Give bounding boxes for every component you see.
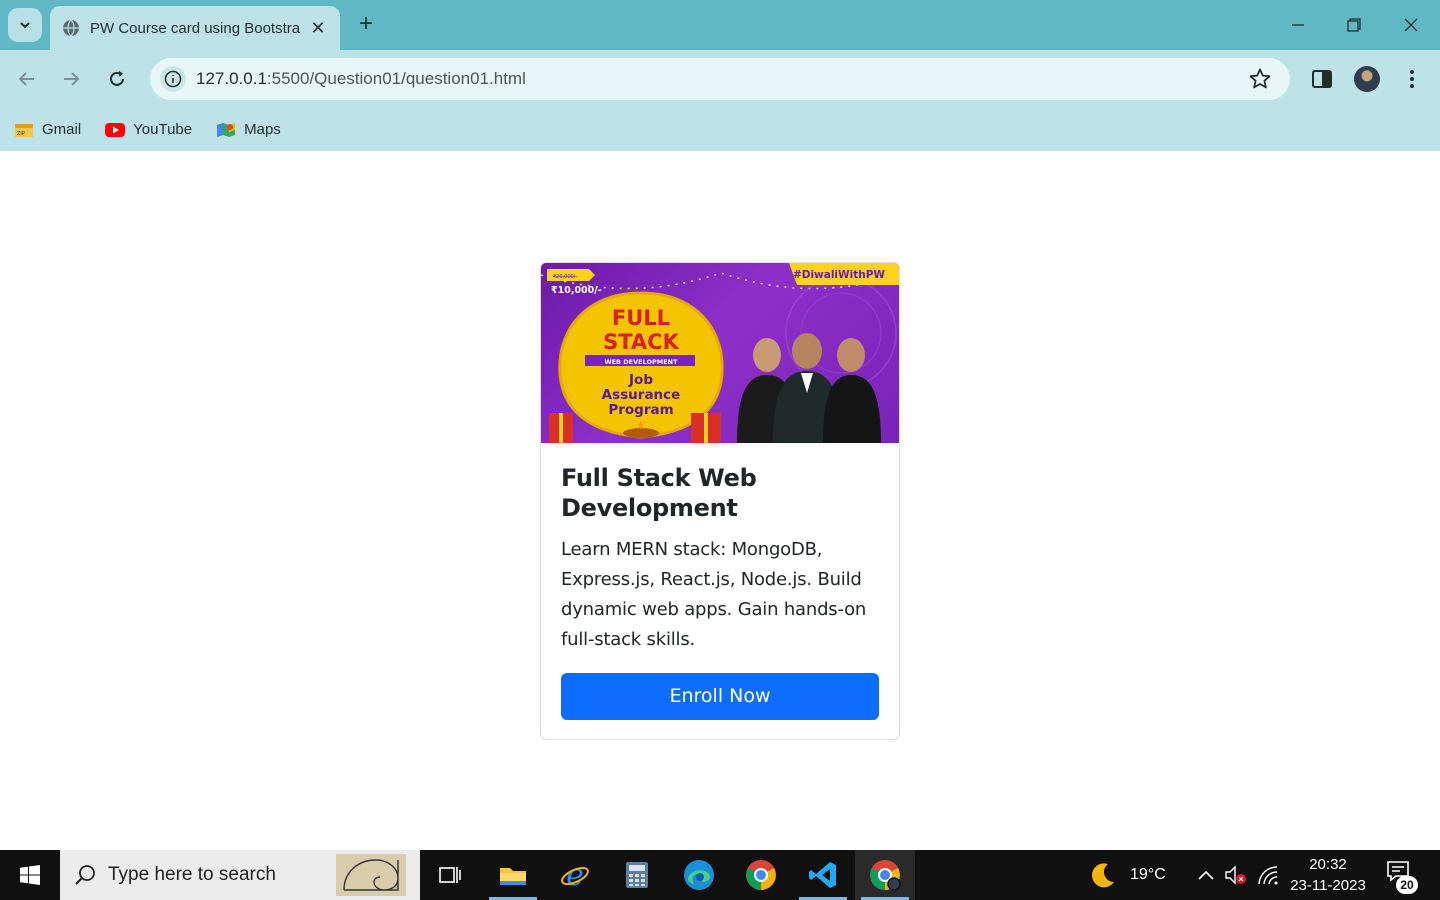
tab-search-button[interactable]: [8, 8, 42, 42]
url-text: 127.0.0.1:5500/Question01/question01.htm…: [196, 69, 526, 89]
new-tab-button[interactable]: +: [352, 10, 380, 38]
profile-button[interactable]: [1350, 62, 1384, 96]
wifi-icon: [1258, 866, 1278, 885]
weather-widget[interactable]: 19°C: [1088, 850, 1166, 900]
close-tab-icon[interactable]: ✕: [308, 18, 328, 39]
info-icon: [164, 70, 182, 88]
banner-line1: FULL: [612, 306, 670, 330]
banner-ribbon: WEB DEVELOPMENT: [604, 358, 678, 366]
notification-count: 20: [1396, 876, 1418, 894]
windows-icon: [20, 865, 40, 885]
url-path: :5500/Question01/question01.html: [266, 69, 526, 88]
course-card: #DiwaliWithPW ₹20,000/- ₹10,000/- FULL S…: [540, 262, 900, 740]
task-view-button[interactable]: [420, 850, 480, 900]
internet-explorer-icon: e: [561, 860, 589, 890]
bookmark-maps[interactable]: Maps: [216, 121, 281, 138]
taskbar: Type here to search e 19°C 20:32 23-11-2…: [0, 850, 1440, 900]
address-bar[interactable]: 127.0.0.1:5500/Question01/question01.htm…: [150, 58, 1290, 100]
start-button[interactable]: [0, 850, 60, 900]
restore-icon: [1347, 18, 1361, 32]
card-title: Full Stack Web Development: [561, 464, 757, 522]
youtube-icon: [105, 122, 126, 137]
card-description: Learn MERN stack: MongoDB, Express.js, R…: [561, 539, 867, 650]
side-panel-button[interactable]: [1305, 62, 1339, 96]
bookmark-gmail[interactable]: ZIP Gmail: [14, 121, 81, 138]
card-body: Full Stack Web Development Learn MERN st…: [541, 443, 899, 720]
minimize-button[interactable]: [1270, 0, 1326, 50]
svg-text:ZIP: ZIP: [17, 131, 25, 137]
chrome-profile-icon: [870, 860, 901, 891]
banner-sub3: Program: [608, 402, 673, 418]
site-info-button[interactable]: [160, 66, 186, 92]
globe-icon: [63, 19, 79, 37]
taskbar-search[interactable]: Type here to search: [60, 850, 420, 900]
kebab-menu-icon: [1410, 70, 1414, 88]
taskbar-internet-explorer[interactable]: e: [545, 850, 605, 900]
banner-old-price: ₹20,000/-: [553, 274, 577, 280]
gmail-icon: ZIP: [15, 123, 33, 137]
close-window-button[interactable]: [1383, 0, 1439, 50]
network-button[interactable]: [1256, 850, 1280, 900]
minimize-icon: [1292, 24, 1304, 26]
reload-icon: [110, 71, 124, 86]
folder-icon: [500, 868, 526, 885]
browser-tab[interactable]: PW Course card using Bootstrap ✕: [50, 6, 340, 50]
clock-date: 23-11-2023: [1290, 877, 1366, 894]
bookmark-label: Maps: [244, 121, 281, 138]
banner-sub1: Job: [628, 372, 653, 388]
maps-icon: [217, 122, 236, 137]
url-host: 127.0.0.1: [196, 69, 267, 88]
taskbar-chrome-active[interactable]: [855, 850, 915, 900]
restore-button[interactable]: [1326, 0, 1382, 50]
arrow-left-icon: [18, 72, 34, 86]
vscode-icon: [809, 862, 836, 888]
avatar: [1354, 66, 1380, 92]
clock[interactable]: 20:32 23-11-2023: [1286, 854, 1370, 896]
course-banner-image: #DiwaliWithPW ₹20,000/- ₹10,000/- FULL S…: [541, 263, 899, 443]
taskbar-chrome[interactable]: [731, 850, 791, 900]
chevron-up-icon: [1198, 870, 1214, 880]
show-hidden-icons[interactable]: [1196, 850, 1216, 900]
banner-hashtag: #DiwaliWithPW: [793, 269, 885, 281]
task-view-icon: [439, 867, 461, 883]
chevron-down-icon: [20, 22, 30, 29]
bookmarks-bar: ZIP Gmail YouTube Maps: [0, 108, 1440, 151]
volume-button[interactable]: [1224, 850, 1248, 900]
back-button[interactable]: [10, 62, 44, 96]
clock-time: 20:32: [1309, 856, 1347, 873]
forward-button[interactable]: [54, 62, 88, 96]
taskbar-vscode[interactable]: [793, 850, 853, 900]
banner-artwork: #DiwaliWithPW ₹20,000/- ₹10,000/- FULL S…: [541, 263, 899, 443]
svg-text:e: e: [566, 860, 584, 890]
browser-toolbar: 127.0.0.1:5500/Question01/question01.htm…: [0, 50, 1440, 108]
chrome-icon: [746, 860, 776, 890]
star-icon[interactable]: [1248, 67, 1272, 91]
bookmark-youtube[interactable]: YouTube: [105, 121, 192, 138]
edge-icon: [684, 860, 714, 890]
taskbar-calculator[interactable]: [607, 850, 667, 900]
banner-price: ₹10,000/-: [551, 285, 602, 296]
arrow-right-icon: [64, 72, 80, 86]
menu-button[interactable]: [1395, 62, 1429, 96]
banner-sub2: Assurance: [602, 387, 681, 403]
search-placeholder: Type here to search: [108, 864, 276, 885]
calculator-icon: [626, 862, 648, 888]
search-highlight-art: [336, 854, 406, 896]
tab-strip: PW Course card using Bootstrap ✕ +: [0, 0, 1440, 50]
close-icon: [1404, 18, 1418, 32]
taskbar-edge[interactable]: [669, 850, 729, 900]
search-icon: [75, 865, 95, 885]
taskbar-file-explorer[interactable]: [483, 850, 543, 900]
moon-icon: [1092, 863, 1114, 888]
volume-muted-icon: [1225, 865, 1246, 885]
weather-temp: 19°C: [1130, 866, 1166, 883]
side-panel-icon: [1312, 70, 1332, 88]
enroll-now-button[interactable]: Enroll Now: [561, 673, 879, 720]
banner-line2: STACK: [603, 330, 679, 354]
tab-title: PW Course card using Bootstrap: [90, 19, 300, 37]
bookmark-label: Gmail: [42, 121, 82, 138]
reload-button[interactable]: [100, 62, 134, 96]
notification-center-button[interactable]: 20: [1386, 860, 1418, 894]
bookmark-label: YouTube: [133, 121, 193, 138]
